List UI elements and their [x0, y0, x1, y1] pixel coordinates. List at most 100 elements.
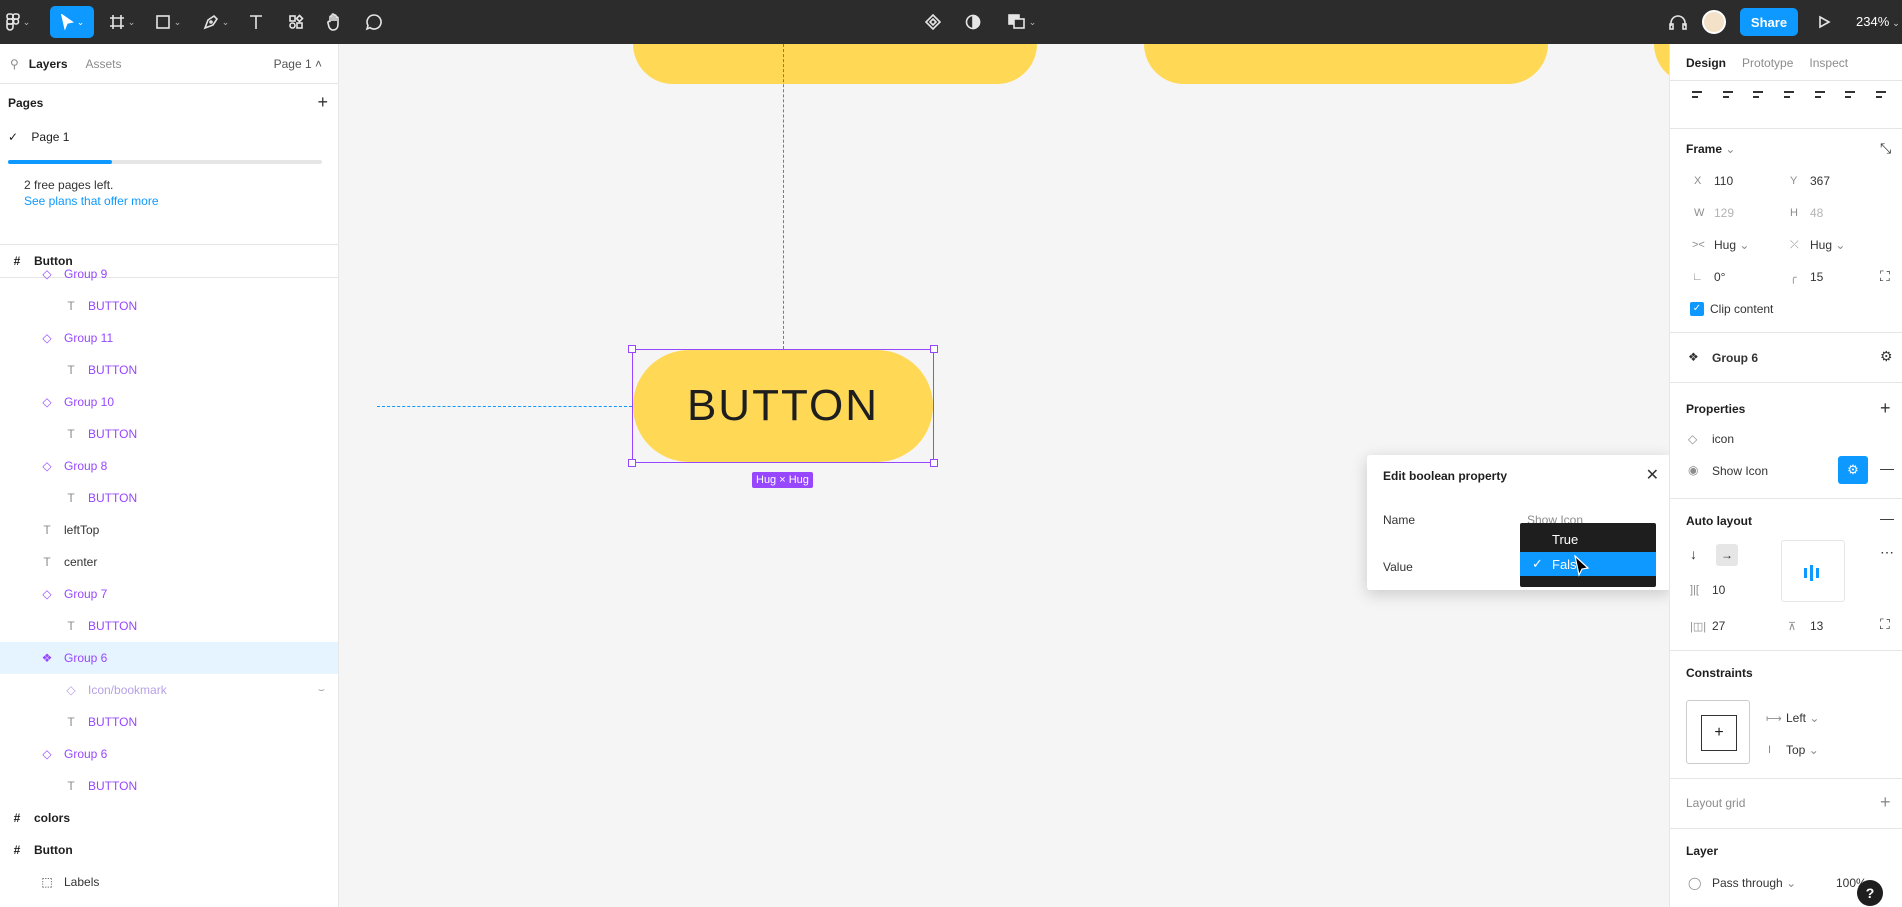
horizontal-padding-input[interactable]: 27	[1712, 619, 1725, 633]
edit-property-button[interactable]: ⚙	[1838, 456, 1868, 484]
see-plans-link[interactable]: See plans that offer more	[24, 194, 159, 208]
layer-row[interactable]: ❖ Group 6	[0, 642, 338, 674]
layer-row[interactable]: T BUTTON	[0, 354, 338, 386]
boolean-ops-icon[interactable]: ⌄	[1004, 6, 1040, 38]
share-button[interactable]: Share	[1740, 8, 1798, 36]
resize-to-fit-icon[interactable]: ⤡	[1880, 140, 1891, 157]
align-top-icon[interactable]	[1782, 88, 1798, 104]
layer-row[interactable]: TleftTop	[0, 514, 338, 546]
page-item[interactable]: ✓ Page 1	[8, 130, 69, 144]
add-property-icon[interactable]: +	[1880, 398, 1891, 419]
button-instance[interactable]	[1144, 44, 1548, 84]
audio-icon[interactable]	[1668, 6, 1688, 38]
individual-padding-icon[interactable]: ⛶	[1880, 616, 1890, 633]
x-input[interactable]: 110	[1714, 174, 1733, 188]
more-options-icon[interactable]: ⋯	[1880, 544, 1894, 561]
corner-radius-input[interactable]: 15	[1810, 270, 1823, 284]
layer-row[interactable]: T BUTTON	[0, 610, 338, 642]
spacing-input[interactable]: 10	[1712, 583, 1725, 597]
layer-row[interactable]: ◇ Group 7	[0, 578, 338, 610]
align-bottom-icon[interactable]	[1843, 88, 1859, 104]
layer-row[interactable]: Tcenter	[0, 546, 338, 578]
component-name[interactable]: Group 6	[1712, 351, 1758, 365]
vertical-constraint-select[interactable]: Top ⌄	[1786, 743, 1819, 757]
align-right-icon[interactable]	[1751, 88, 1767, 104]
horizontal-resizing-select[interactable]: Hug ⌄	[1714, 238, 1749, 252]
button-instance[interactable]	[1654, 44, 1669, 84]
hand-tool-icon[interactable]	[324, 6, 344, 38]
independent-corners-icon[interactable]: ⛶	[1880, 268, 1890, 285]
layer-row[interactable]: # Button	[0, 834, 338, 866]
layer-row[interactable]: T BUTTON	[0, 706, 338, 738]
resources-icon[interactable]	[286, 6, 306, 38]
rotation-input[interactable]: 0°	[1714, 270, 1725, 284]
page-selector[interactable]: Page 1 ˄	[274, 57, 322, 71]
layer-row[interactable]: ◇ Group 8	[0, 450, 338, 482]
close-icon[interactable]: ✕	[1646, 465, 1659, 485]
search-icon[interactable]: ⚲	[10, 57, 19, 71]
frame-section-title[interactable]: Frame ⌄	[1686, 142, 1735, 156]
align-middle-icon[interactable]	[1813, 88, 1829, 104]
tab-design[interactable]: Design	[1686, 56, 1726, 70]
hidden-eye-icon[interactable]: ⌣	[318, 684, 325, 697]
tab-inspect[interactable]: Inspect	[1809, 56, 1848, 70]
property-show-icon[interactable]: Show Icon	[1712, 464, 1768, 478]
layer-row[interactable]: ◇ Group 10	[0, 386, 338, 418]
component-settings-icon[interactable]: ⚙	[1880, 348, 1893, 365]
comment-tool-icon[interactable]	[364, 6, 384, 38]
layer-row[interactable]: ◇ Group 6	[0, 738, 338, 770]
mask-icon[interactable]	[963, 6, 983, 38]
component-icon[interactable]	[923, 6, 943, 38]
chevron-down-icon: ⌄	[1835, 238, 1846, 252]
avatar[interactable]	[1702, 10, 1726, 34]
alignment-grid[interactable]	[1781, 540, 1845, 602]
property-icon[interactable]: icon	[1712, 432, 1734, 446]
layer-row[interactable]: T BUTTON	[0, 418, 338, 450]
vertical-resizing-select[interactable]: Hug ⌄	[1810, 238, 1845, 252]
layer-row[interactable]: ◇ Group 9	[0, 258, 338, 290]
move-tool-icon[interactable]: ⌄	[50, 6, 94, 38]
layer-row[interactable]: T BUTTON	[0, 770, 338, 802]
add-page-icon[interactable]: +	[317, 92, 328, 113]
layer-row[interactable]: T BUTTON	[0, 482, 338, 514]
remove-auto-layout-icon[interactable]: —	[1880, 510, 1894, 526]
horizontal-constraint-select[interactable]: Left ⌄	[1786, 711, 1819, 725]
button-instance[interactable]	[633, 44, 1037, 84]
resize-handle[interactable]	[628, 345, 636, 353]
blend-mode-select[interactable]: Pass through ⌄	[1712, 876, 1796, 890]
tab-layers[interactable]: Layers	[29, 57, 68, 71]
distribute-icon[interactable]	[1874, 88, 1890, 104]
vertical-direction-icon[interactable]: ↓	[1690, 546, 1697, 562]
y-input[interactable]: 367	[1810, 174, 1830, 188]
align-center-h-icon[interactable]	[1721, 88, 1737, 104]
shape-tool-icon[interactable]: ⌄	[150, 6, 186, 38]
add-layout-grid-icon[interactable]: +	[1880, 792, 1891, 813]
figma-menu-icon[interactable]: ⌄	[4, 6, 32, 38]
help-button[interactable]: ?	[1857, 880, 1883, 906]
tab-assets[interactable]: Assets	[86, 57, 122, 71]
resize-handle[interactable]	[628, 459, 636, 467]
free-pages-progress	[8, 160, 322, 164]
zoom-level[interactable]: 234% ⌄	[1856, 14, 1900, 29]
frame-tool-icon[interactable]: ⌄	[104, 6, 140, 38]
constraints-widget[interactable]: +	[1686, 700, 1750, 764]
tab-prototype[interactable]: Prototype	[1742, 56, 1793, 70]
pen-tool-icon[interactable]: ⌄	[198, 6, 234, 38]
present-icon[interactable]	[1814, 6, 1834, 38]
layer-row[interactable]: ◇ Icon/bookmark ⌣	[0, 674, 338, 706]
resize-handle[interactable]	[930, 459, 938, 467]
align-left-icon[interactable]	[1690, 88, 1706, 104]
layer-row[interactable]: ◇ Group 11	[0, 322, 338, 354]
layer-row[interactable]: T BUTTON	[0, 290, 338, 322]
h-input[interactable]: 48	[1810, 206, 1823, 220]
text-tool-icon[interactable]	[246, 6, 266, 38]
remove-property-icon[interactable]: —	[1880, 460, 1894, 476]
layer-row[interactable]: # colors	[0, 802, 338, 834]
vertical-padding-input[interactable]: 13	[1810, 619, 1823, 633]
resize-handle[interactable]	[930, 345, 938, 353]
dropdown-option-true[interactable]: True	[1520, 527, 1656, 551]
horizontal-direction-icon[interactable]: →	[1716, 544, 1738, 566]
layer-row[interactable]: ⬚ Labels	[0, 866, 338, 898]
w-input[interactable]: 129	[1714, 206, 1734, 220]
clip-content-checkbox[interactable]: ✓	[1690, 302, 1704, 316]
